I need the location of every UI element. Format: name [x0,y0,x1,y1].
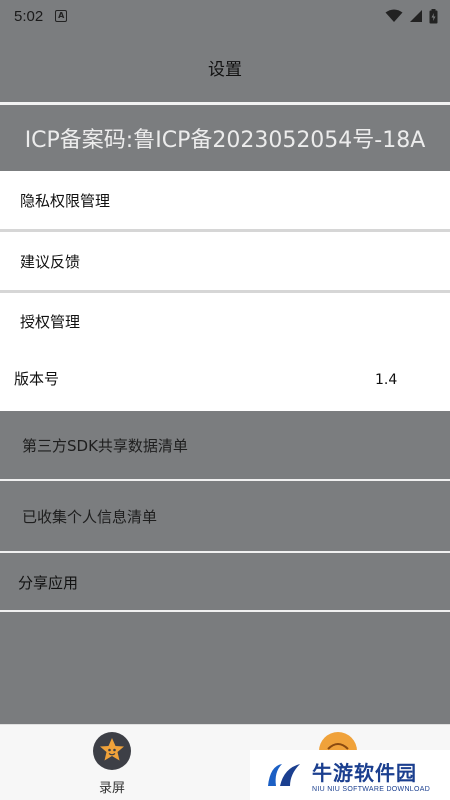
status-icons [385,8,438,24]
settings-item-label: 隐私权限管理 [20,191,111,210]
nav-label-record: 录屏 [98,781,125,796]
status-time: 5:02 [14,7,44,25]
settings-item-label: 第三方SDK共享数据清单 [22,436,188,455]
signal-icon [410,10,422,22]
settings-item-label: 分享应用 [18,573,79,592]
version-value: 1.4 [375,372,398,388]
status-bar: 5:02 A [0,0,450,32]
settings-item-sdk-list[interactable]: 第三方SDK共享数据清单 [0,411,450,479]
watermark-title: 牛游软件园 [312,761,417,785]
battery-icon [429,8,438,23]
settings-item-feedback[interactable]: 建议反馈 [0,232,450,290]
notification-a-icon: A [55,10,68,22]
settings-item-authorization[interactable]: 授权管理 [0,293,450,349]
title-bar: 设置 [0,32,450,102]
version-label: 版本号 [14,369,60,388]
wifi-icon [385,9,403,22]
niuniu-logo-icon [268,764,300,786]
star-flame-icon [93,732,131,770]
icp-record-banner: ICP备案码:鲁ICP备2023052054号-18A [0,105,450,171]
nav-item-record[interactable]: 录屏 [92,731,132,796]
settings-item-personal-info[interactable]: 已收集个人信息清单 [0,481,450,551]
settings-item-version: 版本号 1.4 [0,349,450,411]
watermark-subtitle: NIU NIU SOFTWARE DOWNLOAD [312,786,431,793]
settings-item-label: 授权管理 [20,312,81,331]
settings-item-privacy[interactable]: 隐私权限管理 [0,171,450,229]
watermark-logo: 牛游软件园 NIU NIU SOFTWARE DOWNLOAD [250,750,450,800]
settings-item-share[interactable]: 分享应用 [0,553,450,611]
page-title: 设置 [208,59,242,80]
divider [0,610,450,612]
settings-item-label: 建议反馈 [20,252,81,271]
settings-item-label: 已收集个人信息清单 [22,507,158,526]
icp-record-text: ICP备案码:鲁ICP备2023052054号-18A [24,128,426,153]
